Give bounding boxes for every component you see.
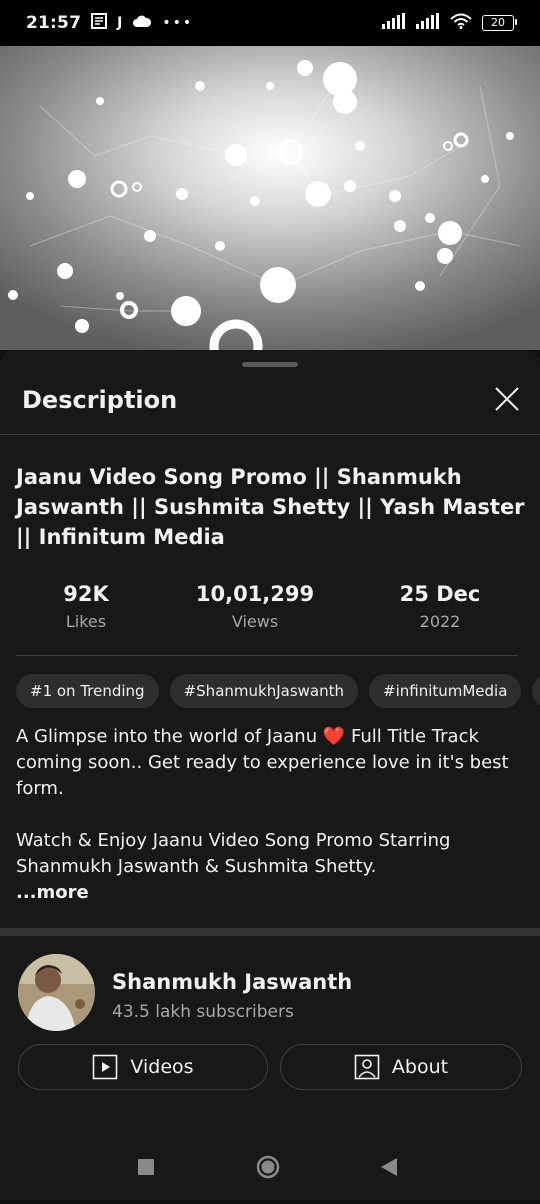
about-button-label: About (391, 1056, 449, 1078)
video-thumbnail (0, 46, 540, 350)
hashtag-chips: #1 on Trending #ShanmukhJaswanth #infinitu… (16, 674, 540, 708)
about-button[interactable]: About (280, 1044, 522, 1090)
upload-date: 25 Dec (399, 582, 481, 606)
tag-chip[interactable]: #ShanmukhJaswanth (169, 674, 358, 708)
videos-button[interactable]: Videos (18, 1044, 268, 1090)
wifi-icon (450, 13, 472, 34)
signal-icon-2 (416, 12, 440, 34)
description-text: A Glimpse into the world of Jaanu ❤️ Ful… (16, 724, 524, 906)
description-text-part: A Glimpse into the world of Jaanu (16, 726, 323, 747)
signal-icon-1 (382, 12, 406, 34)
description-paragraph-2: Watch & Enjoy Jaanu Video Song Promo Sta… (16, 828, 524, 906)
video-title: Jaanu Video Song Promo || Shanmukh Jaswa… (16, 465, 525, 549)
description-paragraph-1: A Glimpse into the world of Jaanu ❤️ Ful… (16, 724, 524, 802)
videos-button-label: Videos (130, 1056, 194, 1078)
likes-stat: 92K Likes (46, 582, 126, 631)
channel-avatar[interactable] (18, 954, 95, 1031)
system-nav-bar (0, 1136, 540, 1200)
channel-name[interactable]: Shanmukh Jaswanth (112, 970, 352, 994)
views-count: 10,01,299 (195, 582, 315, 606)
person-icon (354, 1054, 380, 1080)
tag-chip[interactable]: # (532, 674, 540, 708)
play-square-icon (93, 1054, 118, 1080)
tag-chip[interactable]: #1 on Trending (16, 674, 159, 708)
divider (16, 655, 518, 656)
avatar-image (18, 954, 95, 1031)
views-label: Views (231, 612, 279, 631)
home-button-inner (261, 1160, 275, 1174)
battery-icon: 20 (482, 15, 517, 31)
close-button[interactable] (492, 384, 522, 414)
sheet-header: Description (0, 376, 540, 435)
close-icon (495, 387, 519, 411)
back-button[interactable] (381, 1158, 397, 1176)
video-player[interactable] (0, 46, 540, 350)
status-time: 21:57 (26, 13, 82, 33)
more-dots-icon: ••• (162, 15, 194, 31)
drag-handle[interactable] (242, 362, 298, 367)
section-divider (0, 928, 540, 936)
more-link[interactable]: ...more (16, 882, 89, 903)
subscriber-count: 43.5 lakh subscribers (112, 1002, 294, 1022)
channel-section: Shanmukh Jaswanth 43.5 lakh subscribers … (0, 936, 540, 1136)
sheet-title: Description (22, 386, 178, 414)
date-stat: 25 Dec 2022 (385, 582, 495, 631)
news-icon (91, 12, 108, 34)
recents-button[interactable] (138, 1159, 154, 1175)
upload-year: 2022 (419, 612, 461, 631)
tag-chip[interactable]: #infinitumMedia (369, 674, 522, 708)
likes-count: 92K (63, 582, 109, 606)
heart-icon: ❤️ (322, 726, 346, 747)
description-sheet: Description Jaanu Video Song Promo || Sh… (0, 350, 540, 930)
cloud-icon (132, 13, 152, 33)
views-stat: 10,01,299 Views (190, 582, 320, 631)
likes-label: Likes (65, 612, 107, 631)
status-bar: 21:57 J ••• 20 (0, 0, 540, 46)
description-text-part: Watch & Enjoy Jaanu Video Song Promo Sta… (16, 830, 451, 877)
video-stats: 92K Likes 10,01,299 Views 25 Dec 2022 (0, 582, 540, 642)
j-icon: J (117, 15, 123, 31)
